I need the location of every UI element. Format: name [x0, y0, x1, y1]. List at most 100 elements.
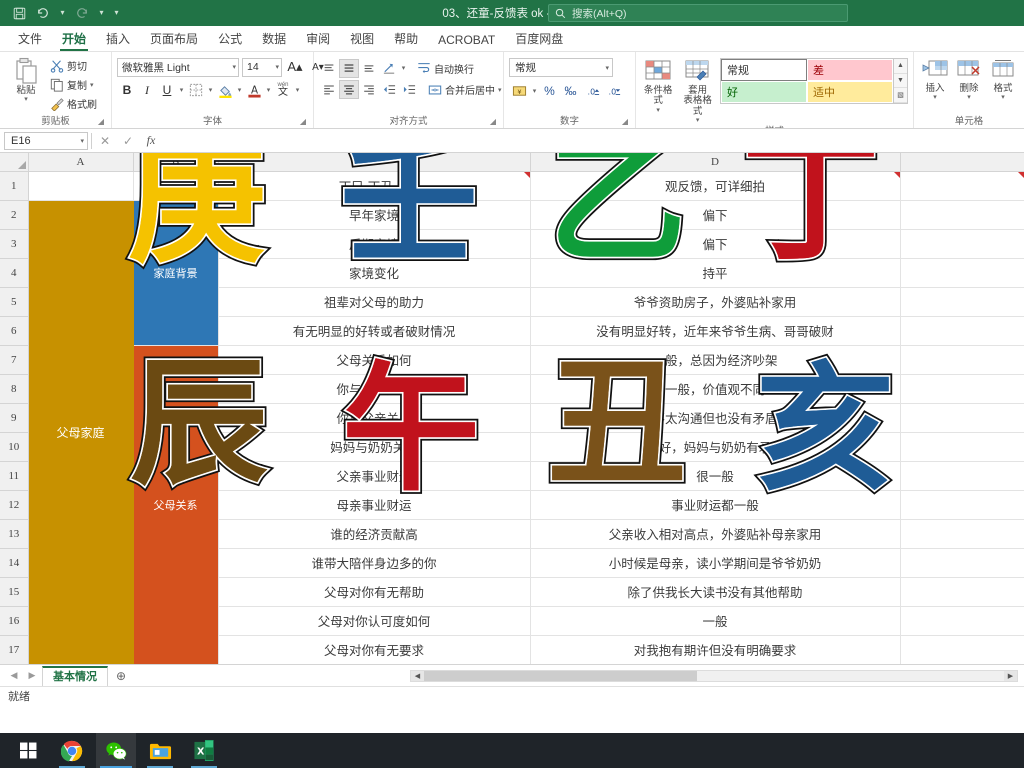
name-box[interactable]: E16 ▾: [4, 131, 88, 150]
next-sheet-icon[interactable]: ▶: [24, 670, 40, 681]
tab-view[interactable]: 视图: [340, 28, 384, 51]
row-header[interactable]: 6: [0, 316, 29, 346]
cell-d-answer[interactable]: 偏下: [530, 200, 901, 230]
tab-data[interactable]: 数据: [252, 28, 296, 51]
borders-button[interactable]: [186, 80, 206, 100]
cell-c-question[interactable]: 丁巳 丁丑 因: [218, 171, 531, 201]
cell-b-subcategory[interactable]: 家庭背景: [133, 200, 219, 346]
cell-d-answer[interactable]: 爷爷资助房子，外婆贴补家用: [530, 287, 901, 317]
copy-dropdown-icon[interactable]: ▾: [90, 81, 94, 89]
gallery-more-icon[interactable]: ▧: [894, 88, 907, 104]
cell-c-question[interactable]: 你与母亲关系: [218, 374, 531, 404]
confirm-edit-icon[interactable]: ✓: [118, 132, 138, 150]
row-header[interactable]: 10: [0, 432, 29, 462]
add-sheet-icon[interactable]: ⊕: [110, 669, 132, 683]
cell-c-question[interactable]: 父母对你有无要求: [218, 635, 531, 664]
taskbar-excel[interactable]: X: [184, 733, 224, 768]
cell-c-question[interactable]: 父母对你有无帮助: [218, 577, 531, 607]
row-header[interactable]: 12: [0, 490, 29, 520]
undo-icon[interactable]: [32, 3, 54, 23]
column-header-a[interactable]: A: [28, 153, 134, 172]
tab-baidu-netdisk[interactable]: 百度网盘: [505, 28, 573, 51]
table-row[interactable]: 2 父母家庭 家庭背景 早年家境 偏下: [0, 200, 1024, 664]
copy-button[interactable]: 复制 ▾: [47, 75, 100, 94]
cell-c-question[interactable]: 你与父亲关系: [218, 403, 531, 433]
cell-b-subcategory[interactable]: 父母关系: [133, 345, 219, 664]
taskbar-file-explorer[interactable]: [140, 733, 180, 768]
cell-d-answer[interactable]: 小时候是母亲，读小学期间是爷爷奶奶: [530, 548, 901, 578]
row-header[interactable]: 7: [0, 345, 29, 375]
worksheet-grid[interactable]: A B C D 1 丁巳 丁丑 因观反馈，可详细拍 2 父母家庭 家庭背景 早年家境 偏下 3…: [0, 153, 1024, 664]
column-header-d[interactable]: D: [530, 153, 901, 172]
cell-c-question[interactable]: 后期家境: [218, 229, 531, 259]
font-size-input[interactable]: 14 ▾: [242, 57, 282, 77]
cell-d-answer[interactable]: 偏下: [530, 229, 901, 259]
taskbar-wechat[interactable]: [96, 733, 136, 768]
cancel-edit-icon[interactable]: ✕: [95, 132, 115, 150]
cell-e[interactable]: [900, 374, 1024, 404]
select-all-corner[interactable]: [0, 153, 29, 172]
fill-color-button[interactable]: [215, 80, 235, 100]
row-header[interactable]: 3: [0, 229, 29, 259]
align-middle-button[interactable]: [339, 58, 359, 78]
cell-c-question[interactable]: 父母关系如何: [218, 345, 531, 375]
format-as-table-dropdown-icon[interactable]: ▾: [696, 117, 700, 125]
font-color-dropdown-icon[interactable]: ▾: [264, 80, 273, 100]
cell-c-question[interactable]: 家境变化: [218, 258, 531, 288]
currency-format-button[interactable]: ¥: [509, 81, 530, 101]
conditional-formatting-dropdown-icon[interactable]: ▾: [656, 107, 660, 115]
font-size-dropdown-icon[interactable]: ▾: [275, 63, 279, 71]
cell-d-answer[interactable]: 事业财运都一般: [530, 490, 901, 520]
align-center-button[interactable]: [339, 80, 359, 99]
cell-e[interactable]: [900, 635, 1024, 664]
column-header-b[interactable]: B: [133, 153, 219, 172]
cell-e[interactable]: [900, 577, 1024, 607]
cell-e[interactable]: [900, 403, 1024, 433]
fill-color-dropdown-icon[interactable]: ▾: [235, 80, 244, 100]
increase-font-size-button[interactable]: A▴: [285, 57, 305, 77]
cell-d-answer[interactable]: 不好，妈妈与奶奶有矛盾: [530, 432, 901, 462]
row-header[interactable]: 15: [0, 577, 29, 607]
table-row[interactable]: 7 父母关系 父母关系如何 一般，总因为经济吵架: [0, 345, 1024, 664]
align-right-button[interactable]: [359, 80, 379, 99]
row-header[interactable]: 16: [0, 606, 29, 636]
tab-insert[interactable]: 插入: [96, 28, 140, 51]
cell-c-question[interactable]: 父亲事业财运: [218, 461, 531, 491]
row-header[interactable]: 11: [0, 461, 29, 491]
tab-home[interactable]: 开始: [52, 28, 96, 51]
cell-e[interactable]: [900, 229, 1024, 259]
cell-e[interactable]: [900, 287, 1024, 317]
insert-cells-dropdown-icon[interactable]: ▾: [933, 94, 937, 102]
cell-c-question[interactable]: 妈妈与奶奶关系: [218, 432, 531, 462]
start-button[interactable]: [8, 733, 48, 768]
cell-d-answer[interactable]: 父亲收入相对高点，外婆贴补母亲家用: [530, 519, 901, 549]
tab-review[interactable]: 审阅: [296, 28, 340, 51]
cell-c-question[interactable]: 谁的经济贡献高: [218, 519, 531, 549]
style-normal[interactable]: 常规: [721, 59, 807, 81]
wrap-text-button[interactable]: 自动换行: [414, 59, 477, 78]
row-header[interactable]: 14: [0, 548, 29, 578]
format-as-table-button[interactable]: 套用 表格格式 ▾: [679, 57, 716, 125]
taskbar-chrome[interactable]: [52, 733, 92, 768]
sheet-tab-basic-info[interactable]: 基本情况: [42, 665, 108, 686]
orientation-dropdown-icon[interactable]: ▾: [399, 58, 408, 78]
font-color-button[interactable]: A: [244, 80, 264, 100]
merge-dropdown-icon[interactable]: ▾: [498, 86, 502, 94]
phonetic-dropdown-icon[interactable]: ▾: [293, 80, 302, 100]
row-header[interactable]: 13: [0, 519, 29, 549]
row-header[interactable]: 2: [0, 200, 29, 230]
format-painter-button[interactable]: 格式刷: [47, 94, 100, 113]
undo-dropdown-icon[interactable]: ▾: [56, 3, 69, 23]
cell-c-question[interactable]: 祖辈对父母的助力: [218, 287, 531, 317]
font-dialog-launcher[interactable]: ◢: [300, 115, 306, 128]
search-input[interactable]: 搜索(Alt+Q): [548, 4, 848, 22]
comma-format-button[interactable]: ‰: [560, 81, 581, 101]
currency-dropdown-icon[interactable]: ▾: [530, 81, 539, 101]
cell-c-question[interactable]: 父母对你认可度如何: [218, 606, 531, 636]
alignment-dialog-launcher[interactable]: ◢: [490, 115, 496, 128]
cell-e[interactable]: [900, 606, 1024, 636]
column-header-e[interactable]: [900, 153, 1024, 172]
align-bottom-button[interactable]: [359, 59, 379, 78]
orientation-button[interactable]: [379, 59, 399, 78]
cell-e[interactable]: [900, 171, 1024, 201]
